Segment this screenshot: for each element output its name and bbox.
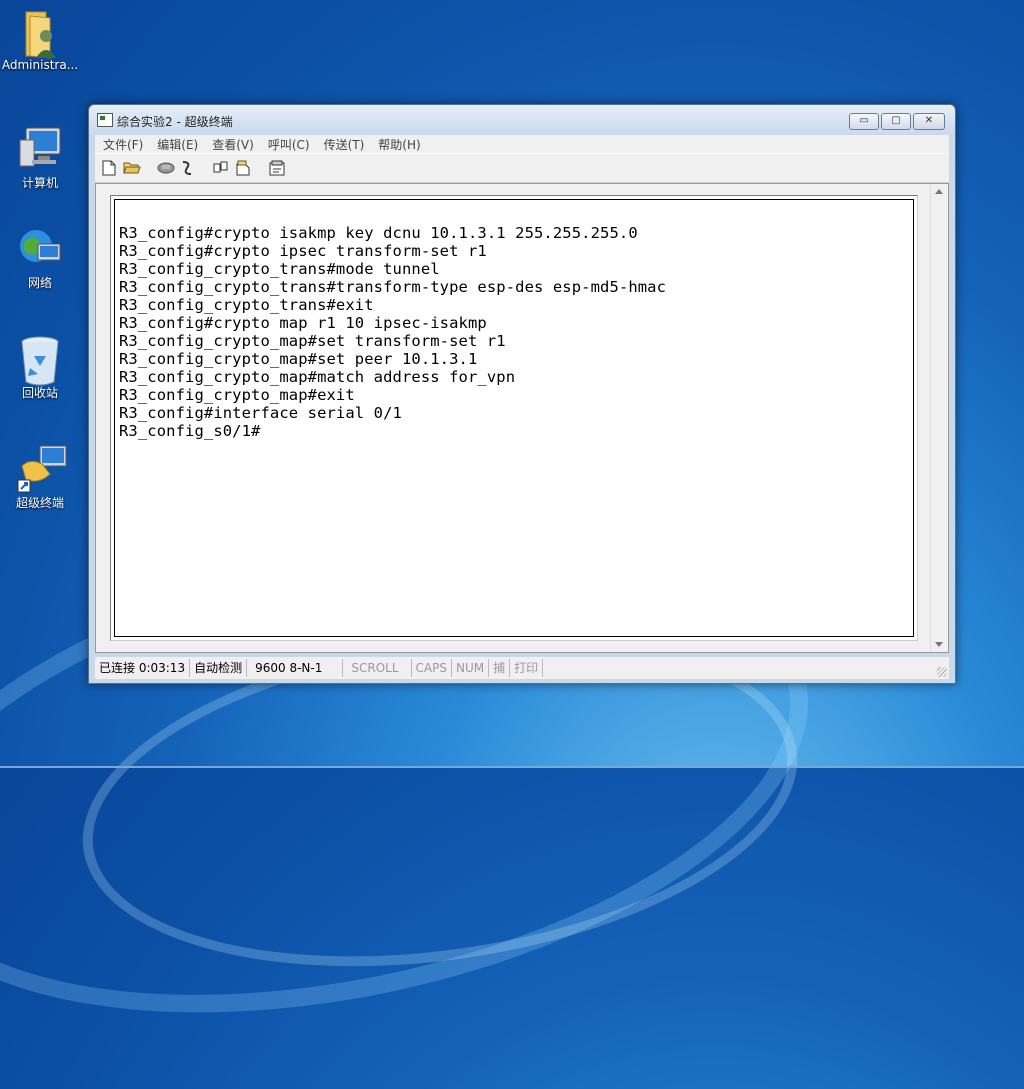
receive-file-icon[interactable] bbox=[235, 160, 251, 176]
menu-edit[interactable]: 编辑(E) bbox=[157, 136, 198, 153]
terminal-line: R3_config_crypto_map#match address for_v… bbox=[119, 368, 516, 386]
scroll-up-arrow-icon[interactable] bbox=[935, 189, 943, 194]
desktop-icon-recycle-bin[interactable]: 回收站 bbox=[0, 334, 80, 401]
new-file-icon[interactable] bbox=[101, 160, 117, 176]
status-connected-time: 已连接 0:03:13 bbox=[95, 659, 191, 677]
menu-bar: 文件(F) 编辑(E) 查看(V) 呼叫(C) 传送(T) 帮助(H) bbox=[95, 135, 949, 153]
minimize-icon: ▭ bbox=[859, 115, 869, 126]
status-print: 打印 bbox=[510, 659, 544, 677]
terminal-prompt-line: R3_config_s0/1# bbox=[119, 422, 261, 440]
terminal-app-icon bbox=[97, 113, 113, 127]
window-controls: ▭ ▢ ✕ bbox=[849, 113, 945, 130]
minimize-button[interactable]: ▭ bbox=[849, 113, 879, 130]
hyperterminal-window: 综合实验2 - 超级终端 ▭ ▢ ✕ 文件(F) 编辑(E) 查看(V) 呼叫(… bbox=[88, 104, 956, 684]
window-titlebar[interactable]: 综合实验2 - 超级终端 ▭ ▢ ✕ bbox=[89, 105, 955, 135]
status-port-params: 9600 8-N-1 bbox=[247, 659, 344, 677]
terminal-line: R3_config#crypto ipsec transform-set r1 bbox=[119, 242, 487, 260]
desktop-icon-hyperterminal[interactable]: 超级终端 bbox=[0, 444, 80, 511]
maximize-button[interactable]: ▢ bbox=[881, 113, 911, 130]
terminal-line: R3_config_crypto_trans#exit bbox=[119, 296, 374, 314]
properties-icon[interactable] bbox=[269, 160, 285, 176]
desktop-icon-label: 超级终端 bbox=[15, 496, 64, 510]
terminal-line: R3_config_crypto_trans#transform-type es… bbox=[119, 278, 667, 296]
status-caps: CAPS bbox=[412, 659, 452, 677]
terminal-line: R3_config_crypto_trans#mode tunnel bbox=[119, 260, 440, 278]
menu-file[interactable]: 文件(F) bbox=[103, 136, 143, 153]
desktop-icon-label: 网络 bbox=[27, 276, 52, 290]
resize-grip-icon[interactable] bbox=[937, 667, 947, 677]
network-globe-icon bbox=[16, 224, 64, 272]
terminal-frame: R3_config#crypto isakmp key dcnu 10.1.3.… bbox=[110, 195, 918, 641]
computer-icon bbox=[16, 124, 64, 172]
close-icon: ✕ bbox=[924, 115, 934, 126]
recycle-bin-icon bbox=[16, 334, 64, 386]
close-button[interactable]: ✕ bbox=[913, 113, 945, 130]
terminal-client-area: R3_config#crypto isakmp key dcnu 10.1.3.… bbox=[95, 183, 949, 653]
desktop-icon-computer[interactable]: 计算机 bbox=[0, 124, 80, 191]
status-num: NUM bbox=[452, 659, 490, 677]
status-bar: 已连接 0:03:13 自动检测 9600 8-N-1 SCROLL CAPS … bbox=[95, 657, 949, 679]
phone-icon[interactable] bbox=[157, 160, 175, 176]
menu-call[interactable]: 呼叫(C) bbox=[268, 136, 310, 153]
terminal-screen[interactable]: R3_config#crypto isakmp key dcnu 10.1.3.… bbox=[114, 199, 914, 637]
user-folder-icon bbox=[16, 6, 64, 59]
status-auto-detect: 自动检测 bbox=[190, 659, 248, 677]
scroll-down-arrow-icon[interactable] bbox=[935, 642, 943, 647]
terminal-line: R3_config#crypto map r1 10 ipsec-isakmp bbox=[119, 314, 487, 332]
status-capture: 捕 bbox=[489, 659, 511, 677]
desktop-icon-label: 回收站 bbox=[21, 386, 58, 400]
menu-transfer[interactable]: 传送(T) bbox=[324, 136, 365, 153]
desktop-icon-network[interactable]: 网络 bbox=[0, 224, 80, 291]
window-title: 综合实验2 - 超级终端 bbox=[117, 115, 233, 129]
toolbar bbox=[95, 153, 949, 183]
disconnect-icon[interactable] bbox=[179, 160, 195, 176]
terminal-line: R3_config#crypto isakmp key dcnu 10.1.3.… bbox=[119, 224, 638, 242]
vertical-scrollbar[interactable] bbox=[930, 184, 948, 652]
terminal-line: R3_config_crypto_map#set transform-set r… bbox=[119, 332, 506, 350]
hyperterminal-shortcut-icon bbox=[16, 444, 67, 493]
status-scroll: SCROLL bbox=[343, 659, 412, 677]
terminal-line: R3_config#interface serial 0/1 bbox=[119, 404, 402, 422]
terminal-line: R3_config_crypto_map#exit bbox=[119, 386, 355, 404]
maximize-icon: ▢ bbox=[891, 115, 901, 126]
open-folder-icon[interactable] bbox=[123, 160, 141, 176]
terminal-line: R3_config_crypto_map#set peer 10.1.3.1 bbox=[119, 350, 478, 368]
desktop-icon-label: 计算机 bbox=[21, 176, 58, 190]
menu-help[interactable]: 帮助(H) bbox=[378, 136, 420, 153]
desktop-icon-administrator[interactable]: Administra... bbox=[0, 6, 80, 72]
send-file-icon[interactable] bbox=[213, 160, 229, 176]
menu-view[interactable]: 查看(V) bbox=[212, 136, 254, 153]
